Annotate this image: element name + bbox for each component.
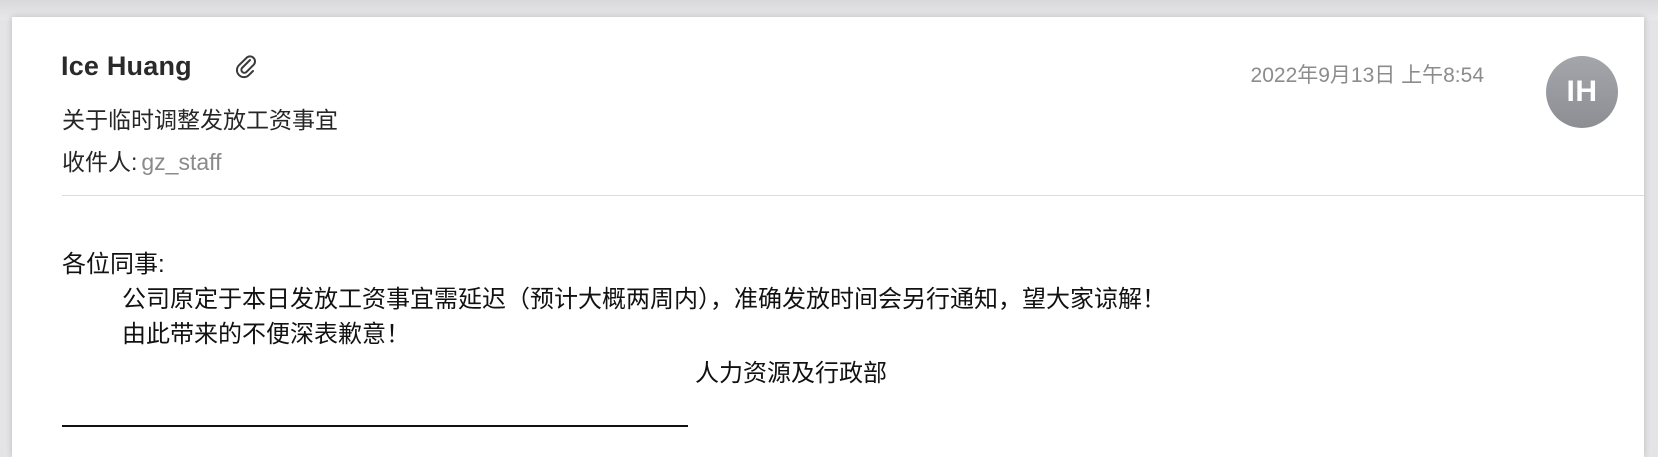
body-signature: 人力资源及行政部	[695, 360, 887, 387]
message-body: 各位同事: 公司原定于本日发放工资事宜需延迟（预计大概两周内），准确发放时间会另…	[62, 247, 1166, 352]
sender-name[interactable]: Ice Huang	[61, 51, 192, 82]
body-paragraph-2: 由此带来的不便深表歉意！	[122, 321, 410, 348]
recipient-address[interactable]: gz_staff	[141, 149, 221, 176]
signature-rule	[62, 425, 688, 427]
body-paragraph-1: 公司原定于本日发放工资事宜需延迟（预计大概两周内），准确发放时间会另行通知，望大…	[122, 286, 1166, 313]
header-divider	[62, 195, 1644, 196]
sender-avatar[interactable]: IH	[1546, 56, 1618, 128]
message-timestamp: 2022年9月13日 上午8:54	[1250, 64, 1484, 87]
message-subject: 关于临时调整发放工资事宜	[62, 107, 338, 133]
recipient-label: 收件人:	[62, 149, 138, 175]
message-view: Ice Huang 2022年9月13日 上午8:54 IH 关于临时调整发放工…	[12, 17, 1644, 457]
body-greeting: 各位同事:	[62, 251, 165, 278]
paperclip-icon[interactable]	[234, 53, 258, 79]
recipient-row: 收件人: gz_staff	[62, 143, 222, 177]
